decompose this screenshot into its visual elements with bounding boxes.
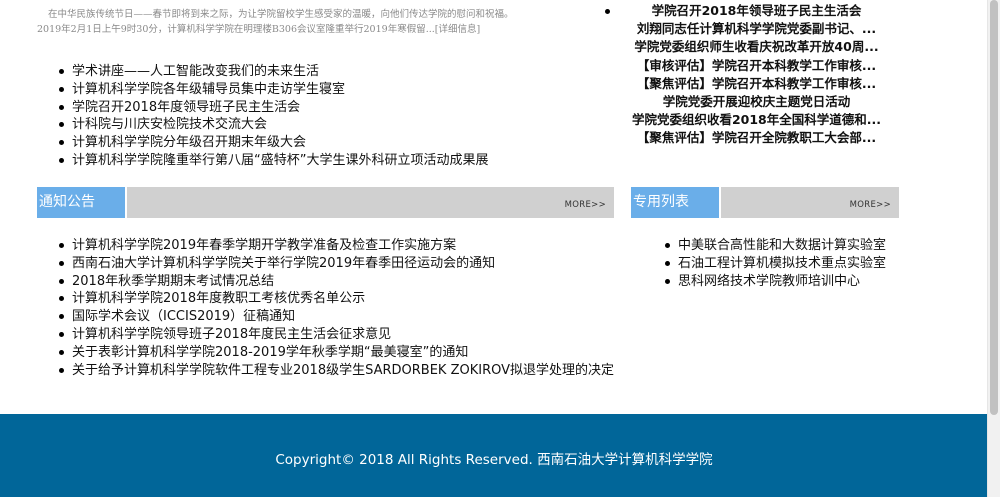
notice-item[interactable]: 国际学术会议（ICCIS2019）征稿通知 [59,308,634,326]
vertical-scrollbar[interactable] [987,0,1000,497]
news-item[interactable]: 【聚焦评估】学院召开全院教职工大会部... [600,129,900,147]
news-item[interactable]: 【审核评估】学院召开本科教学工作审核... [600,57,900,75]
notice-section-title[interactable]: 通知公告 [37,187,127,218]
news-item[interactable]: 计算机科学学院各年级辅导员集中走访学生寝室 [59,81,579,99]
news-summary-line1: 在中华民族传统节日——春节即将到来之际，为让学院留校学生感受家的温暖，向他们传达… [48,9,514,20]
news-item[interactable]: 学院党委开展迎校庆主题党日活动 [600,93,900,111]
detail-link[interactable]: [详细信息] [435,24,480,35]
notice-item[interactable]: 关于表彰计算机科学学院2018-2019学年秋季学期“最美寝室”的通知 [59,344,634,362]
notice-item[interactable]: 西南石油大学计算机科学学院关于举行学院2019年春季田径运动会的通知 [59,255,634,273]
news-list-right: 学院召开2018年领导班子民主生活会 刘翔同志任计算机科学学院党委副书记、...… [600,2,900,148]
news-item[interactable]: 【聚焦评估】学院召开本科教学工作审核... [600,75,900,93]
news-summary: 在中华民族传统节日——春节即将到来之际，为让学院留校学生感受家的温暖，向他们传达… [37,7,557,37]
special-list: 中美联合高性能和大数据计算实验室 石油工程计算机模拟技术重点实验室 思科网络技术… [665,237,897,290]
news-item[interactable]: 学院召开2018年度领导班子民主生活会 [59,99,579,117]
news-item[interactable]: 计算机科学学院隆重举行第八届“盛特杯”大学生课外科研立项活动成果展 [59,152,579,170]
notice-item[interactable]: 计算机科学学院2019年春季学期开学教学准备及检查工作实施方案 [59,237,634,255]
notice-item[interactable]: 2018年秋季学期期末考试情况总结 [59,273,634,291]
special-item[interactable]: 思科网络技术学院教师培训中心 [665,273,897,291]
copyright-text: Copyright© 2018 All Rights Reserved. 西南石… [275,452,713,468]
news-item[interactable]: 刘翔同志任计算机科学学院党委副书记、... [600,20,900,38]
news-item[interactable]: 学院党委组织收看2018年全国科学道德和... [600,111,900,129]
special-section-title[interactable]: 专用列表 [631,187,721,218]
special-item[interactable]: 中美联合高性能和大数据计算实验室 [665,237,897,255]
page-footer: Copyright© 2018 All Rights Reserved. 西南石… [0,414,988,497]
news-item[interactable]: 学院召开2018年领导班子民主生活会 [600,2,900,20]
news-item[interactable]: 学术讲座——人工智能改变我们的未来生活 [59,63,579,81]
notice-header-bar: 通知公告 MORE>> [37,187,614,218]
special-item[interactable]: 石油工程计算机模拟技术重点实验室 [665,255,897,273]
special-header-bar: 专用列表 MORE>> [631,187,899,218]
news-item[interactable]: 学院党委组织师生收看庆祝改革开放40周... [600,38,900,56]
notice-more-link[interactable]: MORE>> [565,200,606,210]
news-list-left: 学术讲座——人工智能改变我们的未来生活 计算机科学学院各年级辅导员集中走访学生寝… [59,63,579,170]
notice-item[interactable]: 关于给予计算机科学学院软件工程专业2018级学生SARDORBEK ZOKIRO… [59,362,634,380]
scrollbar-thumb[interactable] [990,0,998,415]
page-content: 在中华民族传统节日——春节即将到来之际，为让学院留校学生感受家的温暖，向他们传达… [0,0,988,497]
news-summary-line2: 2019年2月1日上午9时30分，计算机科学学院在明理楼B306会议室隆重举行2… [37,24,481,35]
notice-item[interactable]: 计算机科学学院2018年度教职工考核优秀名单公示 [59,290,634,308]
news-item[interactable]: 计科院与川庆安检院技术交流大会 [59,116,579,134]
special-more-link[interactable]: MORE>> [850,200,891,210]
notice-item[interactable]: 计算机科学学院领导班子2018年度民主生活会征求意见 [59,326,634,344]
news-item[interactable]: 计算机科学学院分年级召开期末年级大会 [59,134,579,152]
notice-list: 计算机科学学院2019年春季学期开学教学准备及检查工作实施方案 西南石油大学计算… [59,237,634,379]
